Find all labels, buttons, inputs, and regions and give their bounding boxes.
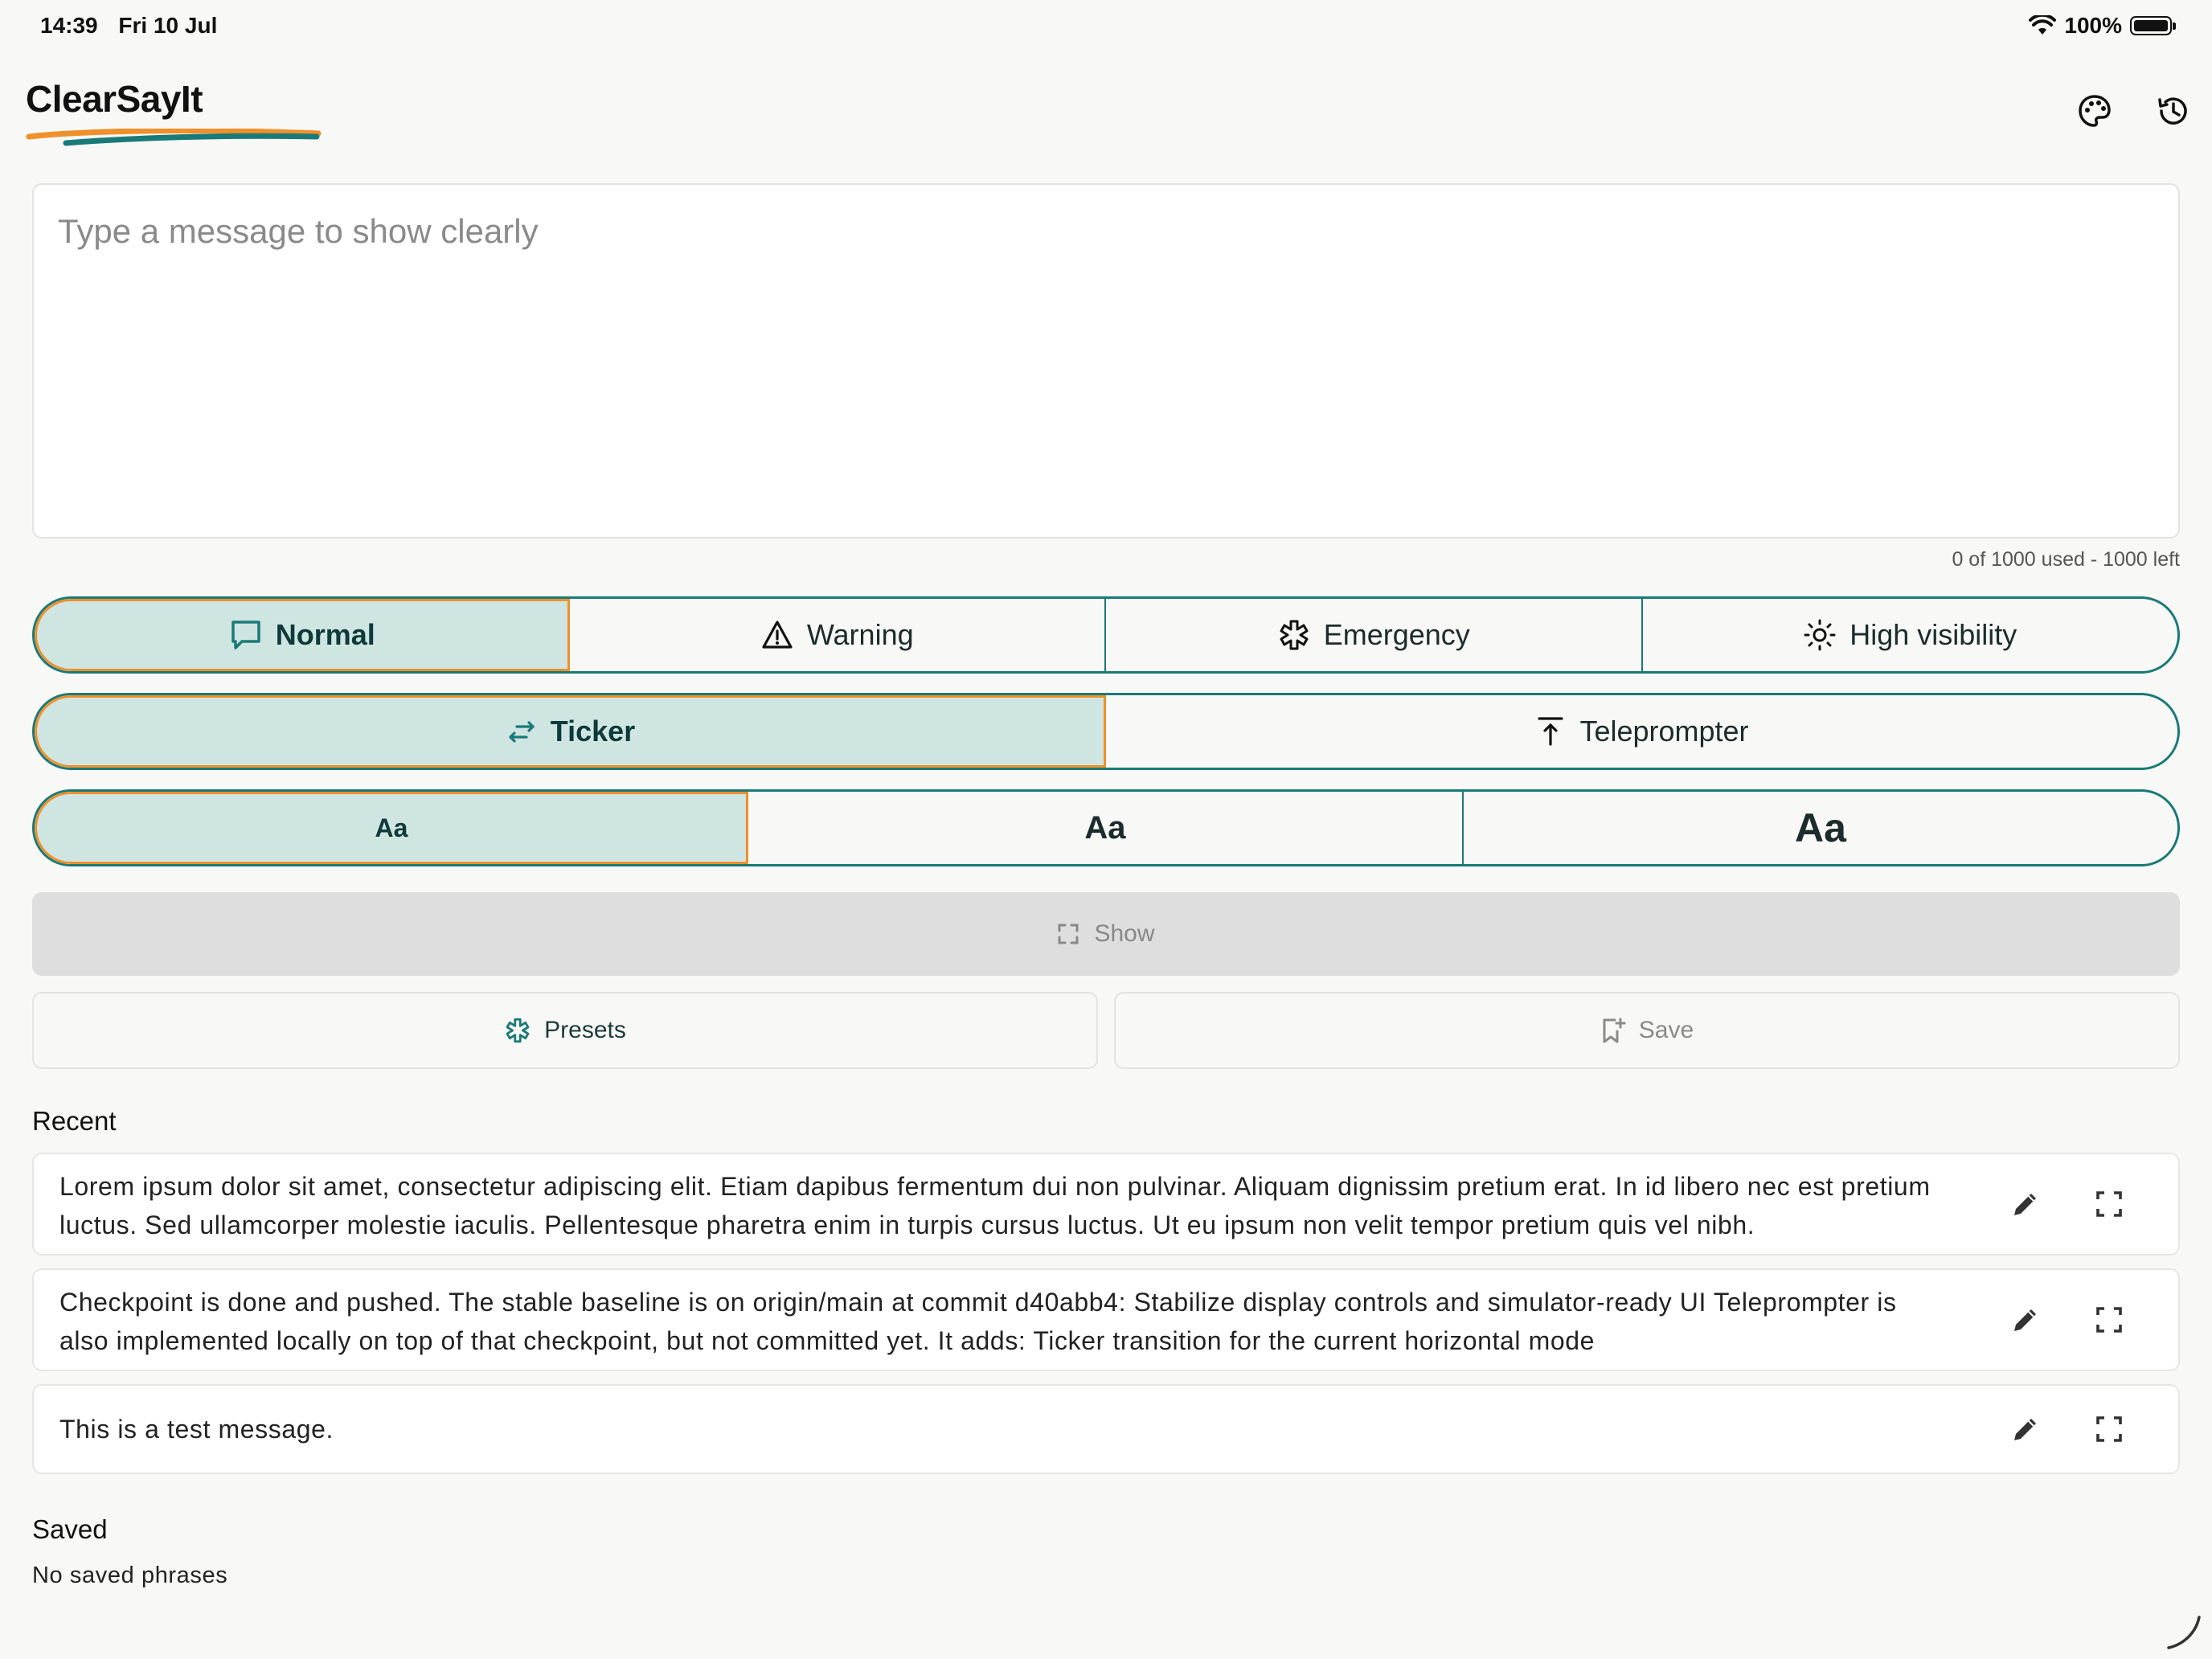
save-button[interactable]: Save [1114,992,2180,1069]
wifi-icon [2029,15,2057,35]
style-label: Emergency [1323,618,1470,651]
recent-item-text: Checkpoint is done and pushed. The stabl… [59,1288,1897,1355]
resize-handle-icon[interactable] [2164,1612,2204,1653]
save-button-label: Save [1638,1017,1694,1043]
edit-button[interactable] [2001,1405,2050,1453]
saved-empty-text: No saved phrases [32,1563,228,1588]
mode-option-ticker[interactable]: Ticker [35,695,1106,768]
character-counter: 0 of 1000 used - 1000 left [1952,548,2180,571]
battery-icon [2130,16,2176,35]
text-size-large[interactable]: Aa [1462,792,2177,864]
recent-heading: Recent [32,1106,117,1136]
presets-button-label: Presets [544,1017,626,1043]
message-style-selector: Normal Warning Emergency High visibility [32,596,2180,674]
status-time: 14:39 [40,13,98,38]
history-button[interactable] [2153,90,2194,132]
asterisk-icon [1280,620,1309,650]
text-size-small[interactable]: Aa [35,792,748,864]
palette-button[interactable] [2074,90,2116,132]
style-option-high-visibility[interactable]: High visibility [1641,599,2178,671]
recent-item[interactable]: Checkpoint is done and pushed. The stabl… [32,1268,2180,1371]
pencil-icon [2014,1194,2036,1215]
fullscreen-button[interactable] [2085,1180,2133,1228]
style-label: Warning [806,618,914,651]
style-option-normal[interactable]: Normal [35,599,570,671]
edit-button[interactable] [2001,1296,2050,1344]
title-underline-logo [26,129,322,146]
display-mode-selector: Ticker Teleprompter [32,693,2180,770]
presets-button[interactable]: Presets [32,992,1098,1069]
edit-button[interactable] [2001,1180,2050,1228]
bookmark-add-icon [1603,1018,1626,1043]
recent-item-text: Lorem ipsum dolor sit amet, consectetur … [59,1172,1931,1239]
style-option-emergency[interactable]: Emergency [1104,599,1641,671]
recent-item[interactable]: This is a test message. [32,1384,2180,1474]
fullscreen-icon [2096,1307,2122,1333]
status-time-date: 14:39 Fri 10 Jul [40,13,231,39]
show-button[interactable]: Show [32,892,2180,976]
style-option-warning[interactable]: Warning [570,599,1105,671]
fullscreen-button[interactable] [2085,1405,2133,1453]
sun-icon [1804,619,1836,651]
palette-icon [2079,95,2111,127]
battery-percent: 100% [2064,13,2122,38]
history-icon [2158,97,2187,125]
fullscreen-icon [2096,1416,2122,1442]
recent-item-text: This is a test message. [59,1415,334,1444]
mode-label: Ticker [550,715,636,748]
text-size-label: Aa [1084,809,1126,846]
swap-arrows-icon [509,721,535,743]
text-size-selector: Aa Aa Aa [32,789,2180,866]
style-label: Normal [275,618,375,651]
status-indicators: 100% [2029,13,2176,39]
status-bar: 14:39 Fri 10 Jul 100% [0,0,2212,51]
mode-label: Teleprompter [1579,715,1749,748]
pencil-icon [2014,1419,2036,1440]
app-title: ClearSayIt [26,78,203,120]
asterisk-icon [506,1018,530,1043]
text-size-label: Aa [375,813,408,842]
fullscreen-icon [2096,1191,2122,1217]
message-input-container [32,183,2180,539]
arrow-up-to-line-icon [1538,717,1564,746]
status-date: Fri 10 Jul [118,13,218,38]
fullscreen-icon [1058,924,1079,944]
warning-triangle-icon [762,621,793,649]
pencil-icon [2014,1309,2036,1331]
fullscreen-button[interactable] [2085,1296,2133,1344]
text-size-medium[interactable]: Aa [748,792,1462,864]
mode-option-teleprompter[interactable]: Teleprompter [1106,695,2177,768]
style-label: High visibility [1849,618,2017,651]
recent-item[interactable]: Lorem ipsum dolor sit amet, consectetur … [32,1153,2180,1256]
text-size-label: Aa [1795,805,1846,850]
chat-bubble-icon [231,621,260,649]
message-input[interactable] [34,185,2178,537]
saved-heading: Saved [32,1514,108,1544]
show-button-label: Show [1094,920,1155,947]
